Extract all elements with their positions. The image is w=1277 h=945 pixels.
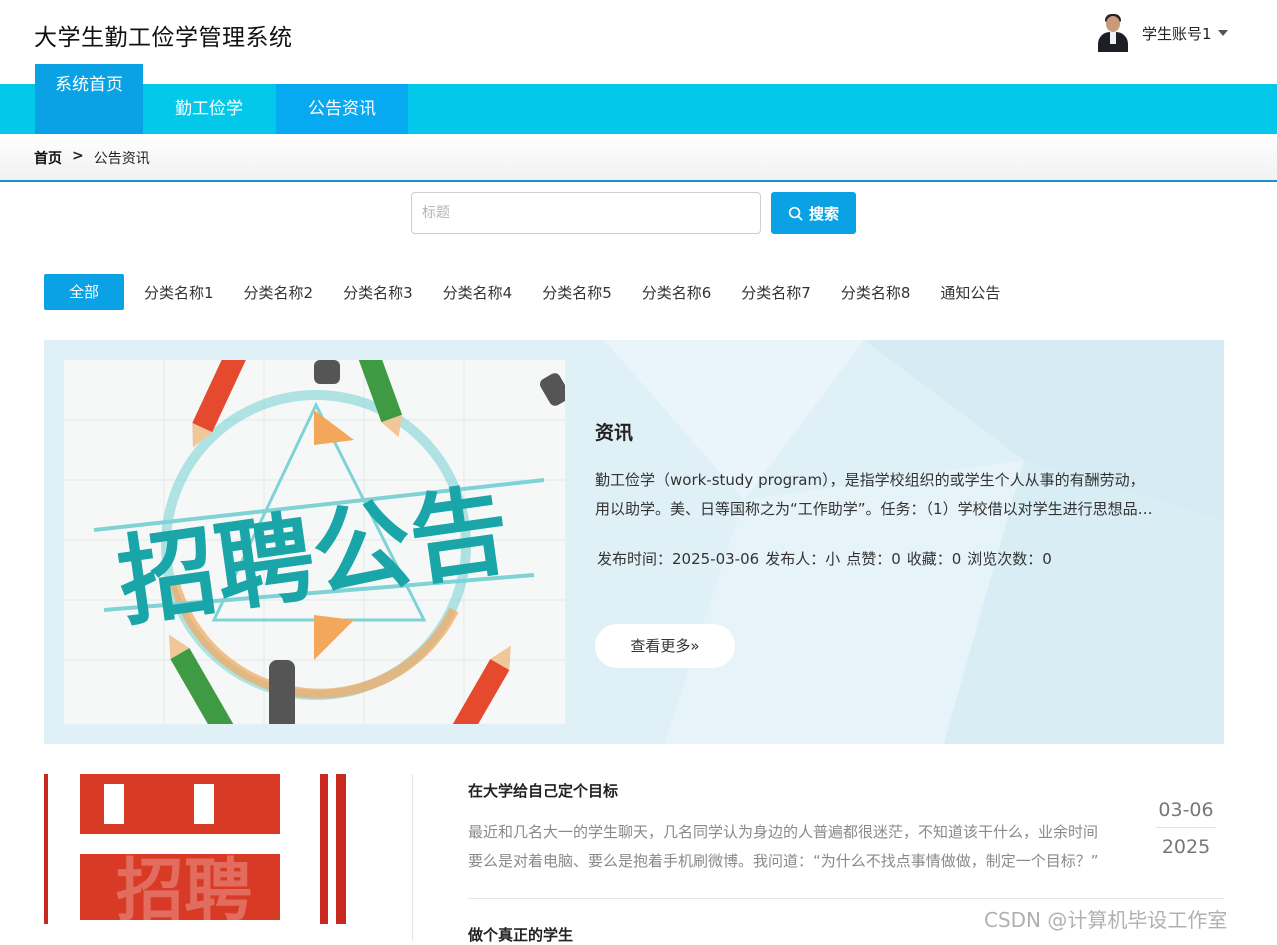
tab-home[interactable]: 系统首页 xyxy=(35,64,143,134)
category-item[interactable]: 分类名称3 xyxy=(343,282,413,303)
category-item[interactable]: 分类名称6 xyxy=(642,282,712,303)
favorite-count: 收藏：0 xyxy=(906,550,962,568)
date-month-day: 03-06 xyxy=(1156,794,1216,828)
search-icon xyxy=(788,206,803,220)
category-item[interactable]: 通知公告 xyxy=(940,282,1000,303)
breadcrumb-separator: > xyxy=(72,148,84,164)
featured-news-card: 招聘公告 资讯 勤工俭学（work-study program），是指学校组织的… xyxy=(44,340,1224,744)
category-item[interactable]: 分类名称7 xyxy=(741,282,811,303)
category-item[interactable]: 分类名称4 xyxy=(443,282,513,303)
featured-title[interactable]: 资讯 xyxy=(595,418,633,445)
date-year: 2025 xyxy=(1161,836,1211,858)
search-button[interactable]: 搜索 xyxy=(771,192,856,234)
view-more-button[interactable]: 查看更多» xyxy=(595,624,735,668)
watermark: CSDN @计算机毕设工作室 xyxy=(984,908,1228,932)
list-item-title[interactable]: 在大学给自己定个目标 xyxy=(468,780,618,801)
site-header: 大学生勤工俭学管理系统 学生账号1 xyxy=(0,0,1277,84)
thumbnail-image-text: 招聘 xyxy=(116,852,252,924)
list-item-date: 03-06 2025 xyxy=(1156,794,1216,858)
user-menu[interactable]: 学生账号1 xyxy=(1096,14,1228,52)
category-filter: 全部 分类名称1 分类名称2 分类名称3 分类名称4 分类名称5 分类名称6 分… xyxy=(44,274,1030,310)
recruitment-thumbnail-image: 招聘 xyxy=(44,774,346,924)
site-title: 大学生勤工俭学管理系统 xyxy=(34,25,293,51)
recruitment-poster-image: 招聘公告 xyxy=(64,360,565,724)
featured-description: 勤工俭学（work-study program），是指学校组织的或学生个人从事的… xyxy=(595,471,1153,518)
tab-work-study[interactable]: 勤工俭学 xyxy=(143,84,275,134)
divider xyxy=(412,774,413,941)
tab-announcements[interactable]: 公告资讯 xyxy=(276,84,408,134)
user-name[interactable]: 学生账号1 xyxy=(1142,23,1212,44)
breadcrumb-home[interactable]: 首页 xyxy=(34,148,62,168)
category-item[interactable]: 分类名称8 xyxy=(841,282,911,303)
category-item[interactable]: 分类名称5 xyxy=(542,282,612,303)
category-all[interactable]: 全部 xyxy=(44,274,124,310)
title-search-input[interactable] xyxy=(411,192,761,234)
category-item[interactable]: 分类名称1 xyxy=(144,282,214,303)
breadcrumb-current: 公告资讯 xyxy=(93,151,150,167)
breadcrumb: 首页 > 公告资讯 xyxy=(34,148,150,168)
caret-down-icon[interactable] xyxy=(1217,30,1228,36)
avatar[interactable] xyxy=(1096,14,1130,52)
publisher: 发布人：小 xyxy=(765,550,841,568)
breadcrumb-bar: 首页 > 公告资讯 xyxy=(0,134,1277,182)
view-count: 浏览次数：0 xyxy=(967,550,1052,568)
featured-image[interactable]: 招聘公告 xyxy=(64,360,565,724)
main-nav: 系统首页 勤工俭学 公告资讯 xyxy=(0,64,1277,168)
featured-meta: 发布时间：2025-03-06 发布人：小 点赞：0 收藏：0 浏览次数：0 xyxy=(597,548,1052,569)
list-item-thumbnail[interactable]: 招聘 xyxy=(44,774,346,924)
category-item[interactable]: 分类名称2 xyxy=(244,282,314,303)
like-count: 点赞：0 xyxy=(846,550,901,568)
divider xyxy=(468,898,1224,899)
list-item-title[interactable]: 做个真正的学生 xyxy=(468,924,573,945)
publish-time: 发布时间：2025-03-06 xyxy=(597,550,760,568)
search-button-label: 搜索 xyxy=(808,204,839,223)
list-item-summary: 最近和几名大一的学生聊天，几名同学认为身边的人普遍都很迷茫，不知道该干什么，业余… xyxy=(468,823,1099,870)
